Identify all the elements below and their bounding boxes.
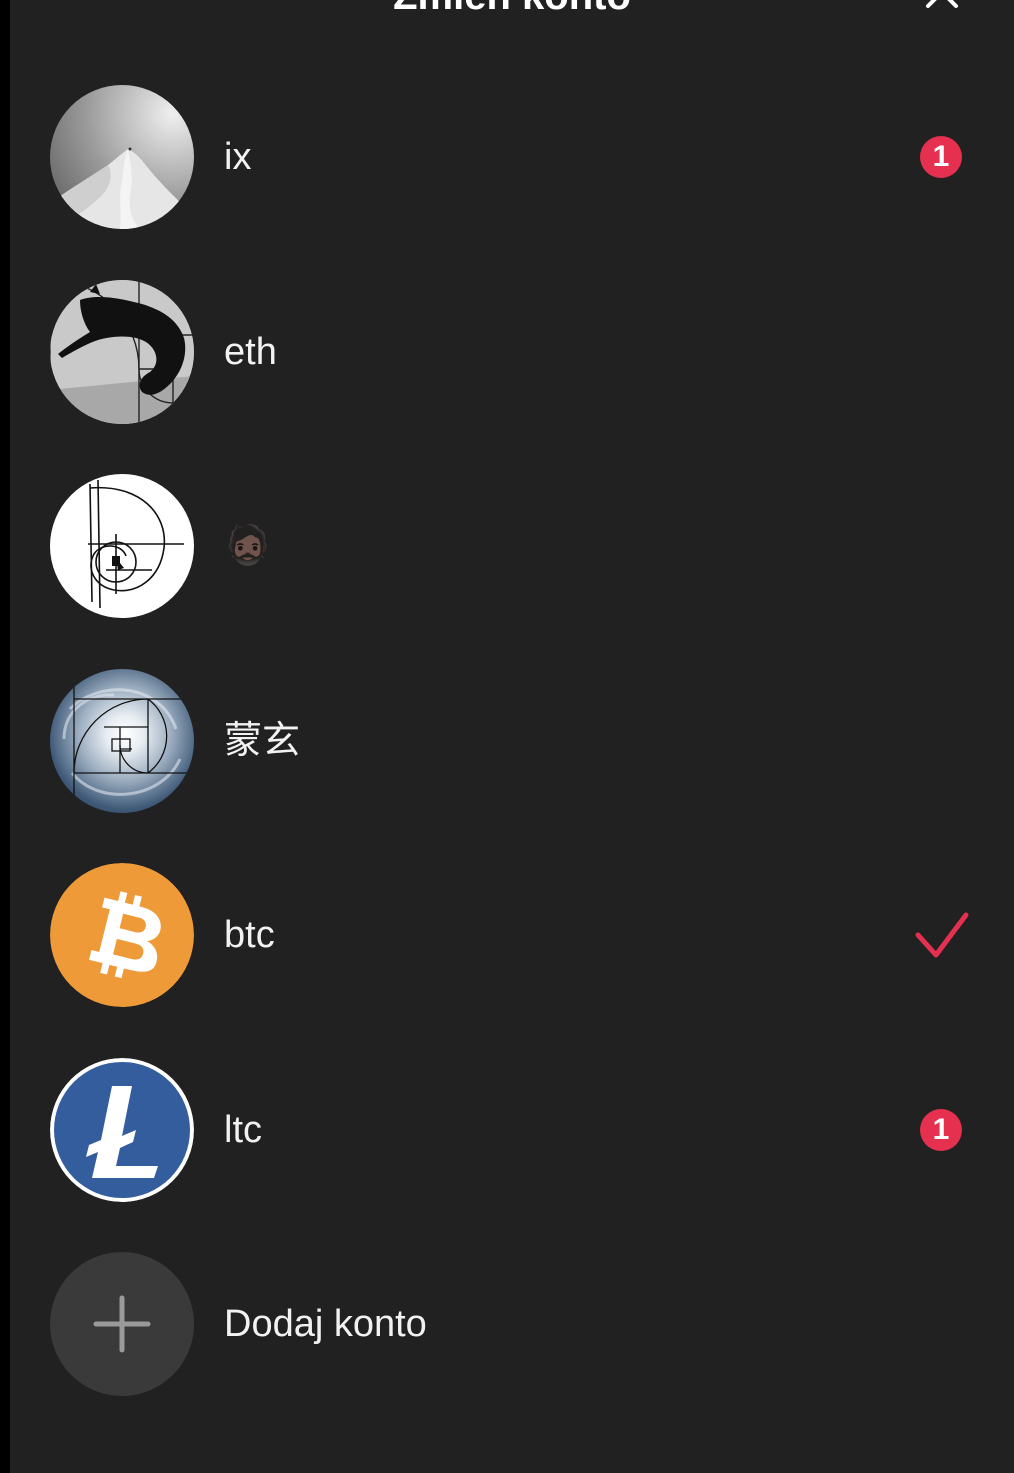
sheet-title: Zmień konto	[10, 0, 1014, 16]
litecoin-logo-icon	[50, 1058, 194, 1202]
account-name: ltc	[224, 1109, 262, 1151]
plus-icon	[93, 1295, 151, 1353]
checkmark-icon	[915, 912, 969, 958]
account-row-emoji[interactable]: 🧔🏿	[10, 449, 1014, 643]
account-name: ix	[224, 136, 252, 178]
notification-badge: 1	[920, 1109, 962, 1151]
account-row-mengxuan[interactable]: 蒙玄	[10, 644, 1014, 838]
account-row-eth[interactable]: eth	[10, 255, 1014, 449]
account-name: btc	[224, 914, 275, 956]
notification-badge: 1	[920, 136, 962, 178]
close-button[interactable]	[922, 0, 962, 12]
avatar	[50, 1058, 194, 1202]
avatar	[50, 863, 194, 1007]
avatar	[50, 280, 194, 424]
avatar	[50, 85, 194, 229]
add-account-button[interactable]: Dodaj konto	[10, 1227, 1014, 1421]
avatar	[50, 474, 194, 618]
add-account-label: Dodaj konto	[224, 1303, 427, 1345]
selected-checkmark	[914, 911, 970, 961]
account-row-ix[interactable]: ix 1	[10, 60, 1014, 254]
account-switcher-sheet: Zmień konto	[10, 0, 1014, 1473]
add-account-circle	[50, 1252, 194, 1396]
account-name: eth	[224, 331, 277, 373]
close-icon	[926, 0, 958, 8]
account-row-btc[interactable]: btc	[10, 838, 1014, 1032]
sheet-header: Zmień konto	[10, 0, 1014, 40]
account-name: 🧔🏿	[224, 525, 272, 567]
account-row-ltc[interactable]: ltc 1	[10, 1033, 1014, 1227]
bitcoin-logo-icon	[50, 863, 194, 1007]
account-name: 蒙玄	[224, 720, 301, 762]
avatar	[50, 669, 194, 813]
